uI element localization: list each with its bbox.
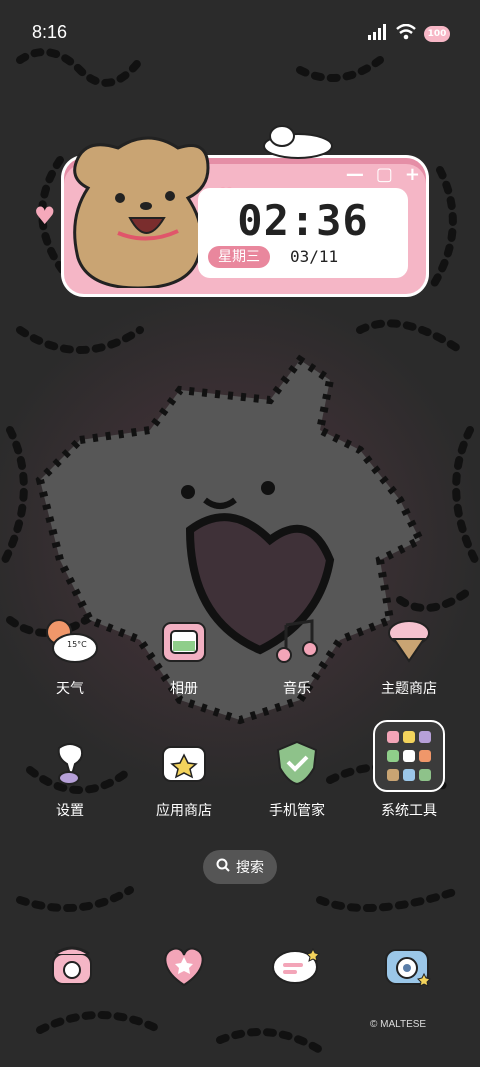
app-settings[interactable]: 设置 [15,734,125,820]
search-label: 搜索 [236,860,264,876]
search-icon [216,858,230,876]
app-weather[interactable]: 15°C 天气 [15,612,125,698]
window-controls: — ▢ + [346,164,420,185]
messages-icon [157,943,211,993]
dock-phone[interactable] [42,938,102,998]
app-phone-manager[interactable]: 手机管家 [242,734,352,820]
app-store-icon [155,734,213,792]
music-icon [268,612,326,670]
status-bar: 8:16 100 [0,0,480,68]
phone-manager-icon [268,734,326,792]
clock-display: 02:36 星期三 03/11 [198,188,408,278]
app-label: 相册 [170,681,198,697]
app-music[interactable]: 音乐 [242,612,352,698]
app-label: 设置 [56,803,84,819]
clock-date: 03/11 [290,247,339,266]
app-system-tools-folder[interactable]: 系统工具 [354,720,464,820]
dock-chat[interactable] [266,938,326,998]
weather-temp: 15°C [67,640,87,649]
app-label: 应用商店 [156,803,212,819]
battery-icon: 100 [424,26,450,42]
app-label: 天气 [56,681,84,697]
clock-time: 02:36 [237,196,369,245]
app-theme-store[interactable]: 主题商店 [354,612,464,698]
app-app-store[interactable]: 应用商店 [129,734,239,820]
app-label: 系统工具 [381,803,437,819]
gallery-icon [155,612,213,670]
dock-camera[interactable] [378,938,438,998]
chat-icon [269,943,323,993]
settings-icon [41,734,99,792]
watermark: © MALTESE [370,1019,427,1030]
signal-icon [368,24,388,44]
plus-icon: + [404,164,420,185]
status-time: 8:16 [32,22,68,42]
heart-icon: ♥ [34,202,56,230]
theme-store-icon [380,612,438,670]
clock-weekday: 星期三 [208,246,270,268]
phone-icon [47,942,97,994]
wifi-icon [396,23,416,44]
minus-icon: — [345,164,364,185]
system-tools-folder-icon [373,720,445,792]
app-label: 手机管家 [269,803,325,819]
app-gallery[interactable]: 相册 [129,612,239,698]
camera-icon [382,942,434,994]
square-icon: ▢ [375,164,393,185]
dock-messages[interactable] [154,938,214,998]
search-button[interactable]: 搜索 [203,850,277,884]
sleeping-dog-icon [258,120,338,164]
app-label: 音乐 [283,681,311,697]
clock-widget[interactable]: — ▢ + ♥ ♥ 02:36 星期三 03/11 [34,118,434,308]
app-label: 主题商店 [381,681,437,697]
